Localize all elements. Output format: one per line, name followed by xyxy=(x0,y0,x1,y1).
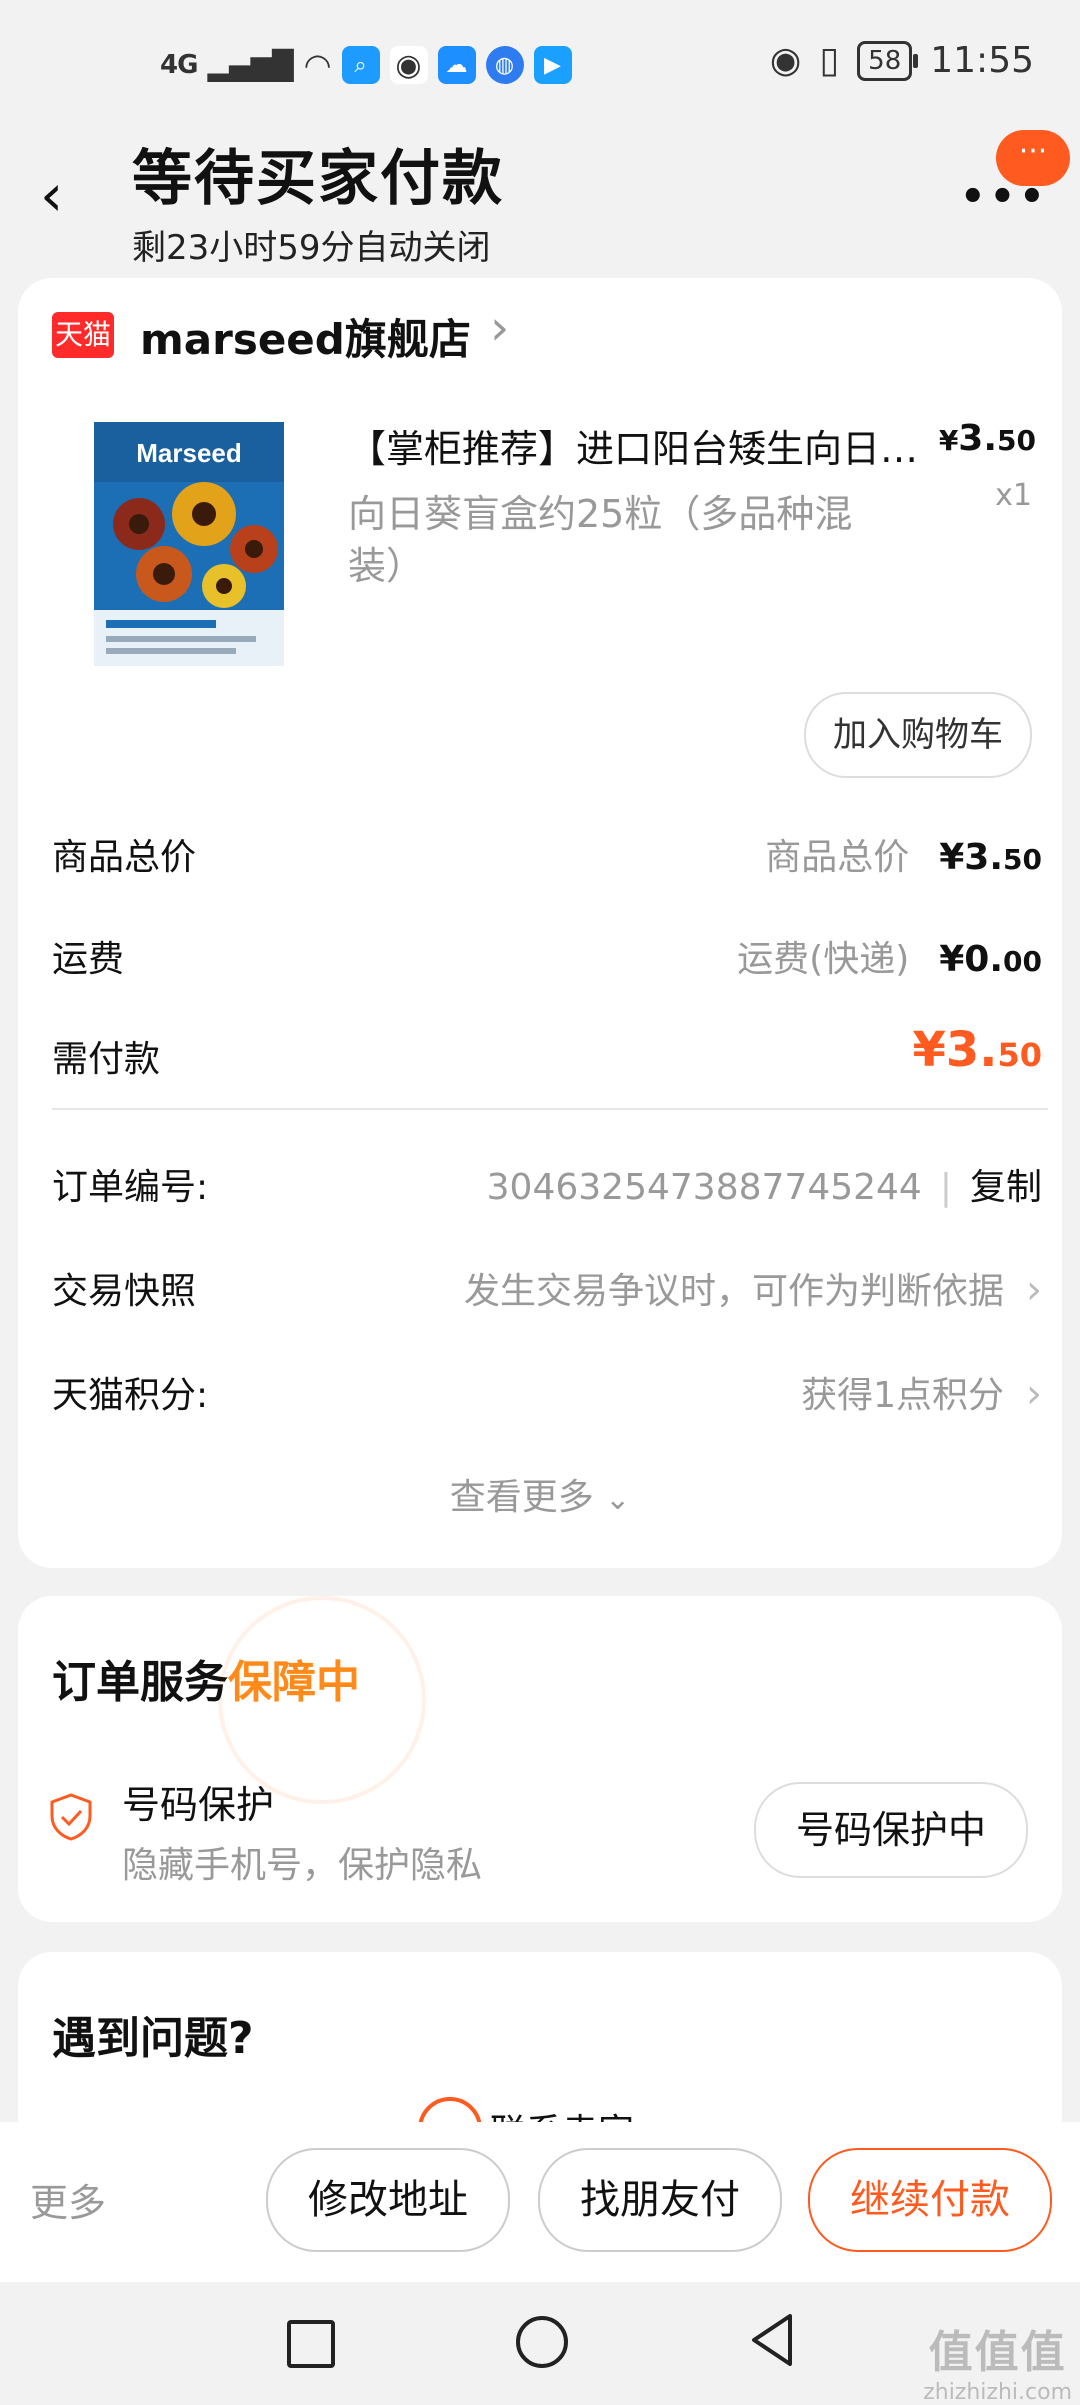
more-actions-button[interactable]: 更多 xyxy=(30,2172,106,2227)
product-quantity: x1 xyxy=(995,478,1032,513)
back-icon[interactable]: ‹ xyxy=(40,165,88,225)
order-number: 3046325473887745244 xyxy=(486,1167,922,1208)
packet-brand: Marseed xyxy=(136,438,242,468)
snapshot-label: 交易快照 xyxy=(52,1271,197,1312)
snapshot-right: 发生交易争议时，可作为判断依据 › xyxy=(464,1262,1042,1314)
price-decimal: 50 xyxy=(997,424,1036,457)
order-card: 天猫 marseed旗舰店 › Marseed 【掌柜推荐】进口阳台矮生向日葵盲… xyxy=(18,278,1062,1568)
status-left: 4G ▂▄▆█ ◠ ⌕ ◉ ☁ ◍ ▶ xyxy=(160,46,572,84)
system-nav-bar xyxy=(0,2282,1080,2400)
shield-icon xyxy=(48,1792,94,1842)
service-item-desc: 隐藏手机号，保护隐私 xyxy=(122,1845,483,1886)
weather-app-icon: ☁ xyxy=(437,46,476,84)
amount-integer: ¥3. xyxy=(912,1022,998,1078)
separator: | xyxy=(939,1167,952,1208)
eye-icon: ◉ xyxy=(769,40,802,81)
bottom-action-bar: 更多 修改地址 找朋友付 继续付款 xyxy=(0,2122,1080,2282)
wechat-icon: ◉ xyxy=(389,46,428,84)
vibrate-icon: ▯ xyxy=(819,40,840,81)
service-title-highlight: 保障中 xyxy=(228,1657,360,1708)
tmall-badge: 天猫 xyxy=(52,312,114,358)
status-right: ◉ ▯ 58 11:55 xyxy=(770,40,1034,81)
summary-right: 运费(快递) ¥0.00 xyxy=(737,930,1042,982)
add-to-cart-button[interactable]: 加入购物车 xyxy=(804,692,1032,778)
wifi-icon: ◠ xyxy=(303,46,332,84)
service-card: 订单服务保障中 号码保护 隐藏手机号，保护隐私 号码保护中 xyxy=(18,1596,1062,1922)
status-bar: 4G ▂▄▆█ ◠ ⌕ ◉ ☁ ◍ ▶ ◉ ▯ 58 11:55 xyxy=(0,0,1080,130)
status-time: 11:55 xyxy=(930,40,1034,81)
back-nav-icon[interactable] xyxy=(746,2310,802,2370)
network-indicator: 4G xyxy=(160,50,198,80)
see-more-button[interactable]: 查看更多 ⌄ xyxy=(18,1468,1062,1520)
summary-right: ¥3.50 xyxy=(912,1022,1042,1078)
summary-note: 商品总价 xyxy=(765,837,910,878)
summary-row-subtotal: 商品总价 商品总价 ¥3.50 xyxy=(52,828,1048,888)
amount-decimal: 00 xyxy=(1003,945,1042,978)
shop-name[interactable]: marseed旗舰店 xyxy=(140,306,471,367)
price-integer: 3. xyxy=(958,418,998,459)
chevron-down-icon: ⌄ xyxy=(605,1482,631,1517)
service-item-name: 号码保护 xyxy=(122,1783,275,1827)
snapshot-note: 发生交易争议时，可作为判断依据 xyxy=(463,1271,1004,1312)
chevron-right-icon[interactable]: › xyxy=(490,300,509,356)
summary-note: 运费(快递) xyxy=(737,939,910,980)
copy-button[interactable]: 复制 xyxy=(970,1158,1042,1210)
divider xyxy=(52,1108,1048,1110)
points-right: 获得1点积分 › xyxy=(801,1366,1042,1418)
points-row[interactable]: 天猫积分: 获得1点积分 › xyxy=(52,1366,1048,1426)
see-more-label: 查看更多 xyxy=(449,1477,594,1518)
watermark: 值值值 zhizhizhi.com xyxy=(923,2316,1072,2405)
points-note: 获得1点积分 xyxy=(801,1375,1004,1416)
total-amount: ¥3.50 xyxy=(912,1022,1042,1078)
service-title-prefix: 订单服务 xyxy=(52,1657,228,1708)
more-menu-button[interactable]: ••• ··· xyxy=(960,130,1070,220)
product-title[interactable]: 【掌柜推荐】进口阳台矮生向日葵盲盒 xyxy=(348,418,928,473)
amount-decimal: 50 xyxy=(1003,843,1042,876)
watermark-site: zhizhizhi.com xyxy=(923,2380,1072,2405)
summary-row-shipping: 运费 运费(快递) ¥0.00 xyxy=(52,930,1048,990)
chevron-right-icon: › xyxy=(1026,1267,1042,1313)
seed-packet-image: Marseed xyxy=(54,414,324,674)
summary-amount: ¥0.00 xyxy=(939,939,1042,980)
chevron-right-icon: › xyxy=(1026,1371,1042,1417)
home-icon[interactable] xyxy=(516,2316,568,2368)
product-price: ¥3.50 xyxy=(939,418,1036,459)
order-number-label: 订单编号: xyxy=(52,1167,209,1208)
modify-address-button[interactable]: 修改地址 xyxy=(266,2148,510,2252)
summary-label: 商品总价 xyxy=(52,837,197,878)
help-title: 遇到问题? xyxy=(52,2013,254,2064)
price-currency: ¥ xyxy=(938,424,959,457)
friend-pay-button[interactable]: 找朋友付 xyxy=(538,2148,782,2252)
summary-right: 商品总价 ¥3.50 xyxy=(765,828,1042,880)
amount-decimal: 50 xyxy=(997,1036,1042,1074)
page-subtitle: 剩23小时59分自动关闭 xyxy=(132,228,491,268)
number-protection-button[interactable]: 号码保护中 xyxy=(754,1782,1028,1878)
continue-pay-button[interactable]: 继续付款 xyxy=(808,2148,1052,2252)
snapshot-row[interactable]: 交易快照 发生交易争议时，可作为判断依据 › xyxy=(52,1262,1048,1322)
amount-integer: ¥3. xyxy=(939,837,1004,878)
signal-icon: ▂▄▆█ xyxy=(207,48,294,82)
flag-app-icon: ▶ xyxy=(533,46,572,84)
order-number-right: 3046325473887745244 | 复制 xyxy=(487,1158,1042,1210)
product-image[interactable]: Marseed xyxy=(54,414,324,674)
page-title: 等待买家付款 xyxy=(132,144,504,214)
service-title: 订单服务保障中 xyxy=(52,1646,360,1710)
summary-label: 运费 xyxy=(52,939,125,980)
amount-integer: ¥0. xyxy=(939,939,1004,980)
summary-amount: ¥3.50 xyxy=(939,837,1042,878)
summary-label: 需付款 xyxy=(52,1039,161,1080)
watermark-logo: 值值值 xyxy=(928,2327,1067,2378)
points-label: 天猫积分: xyxy=(52,1375,209,1416)
summary-row-total: 需付款 ¥3.50 xyxy=(52,1022,1048,1100)
search-app-icon: ⌕ xyxy=(341,46,380,84)
recent-apps-icon[interactable] xyxy=(287,2320,335,2368)
battery-indicator: 58 xyxy=(857,40,919,81)
order-number-row: 订单编号: 3046325473887745244 | 复制 xyxy=(52,1158,1048,1218)
product-sku: 向日葵盲盒约25粒（多品种混装） xyxy=(348,492,853,588)
globe-app-icon: ◍ xyxy=(485,46,524,84)
more-bubble-icon: ··· xyxy=(996,130,1070,186)
